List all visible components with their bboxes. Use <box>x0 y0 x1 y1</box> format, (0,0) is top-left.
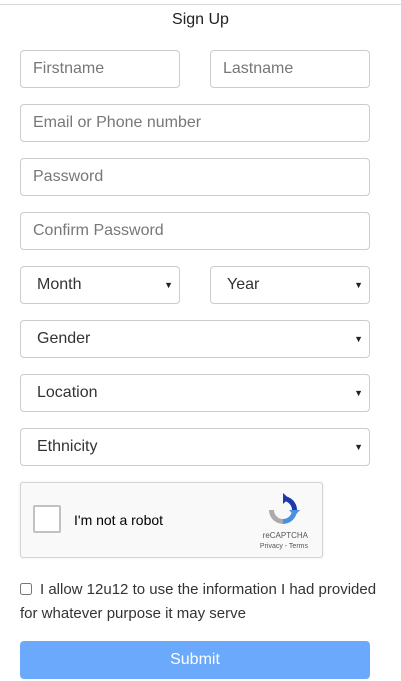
gender-select[interactable]: Gender ▼ <box>20 320 370 358</box>
month-select[interactable]: Month ▼ <box>20 266 180 304</box>
gender-select-value: Gender <box>37 330 91 347</box>
top-divider <box>0 0 401 5</box>
email-or-phone-input[interactable] <box>20 104 370 142</box>
location-select-value: Location <box>37 384 98 401</box>
chevron-down-icon: ▼ <box>354 334 363 344</box>
chevron-down-icon: ▼ <box>354 442 363 452</box>
year-select-value: Year <box>227 276 260 293</box>
chevron-down-icon: ▼ <box>164 280 173 290</box>
submit-button[interactable]: Submit <box>20 641 370 679</box>
firstname-input[interactable] <box>20 50 180 88</box>
ethnicity-select-value: Ethnicity <box>37 438 98 455</box>
page-title: Sign Up <box>172 11 229 28</box>
ethnicity-select[interactable]: Ethnicity ▼ <box>20 428 370 466</box>
recaptcha-widget: I'm not a robot reCAPTCHA Privacy - Term… <box>20 482 323 558</box>
recaptcha-label: I'm not a robot <box>74 512 164 528</box>
consent-row: I allow 12u12 to use the information I h… <box>20 578 380 626</box>
confirm-password-input[interactable] <box>20 212 370 250</box>
consent-checkbox[interactable] <box>20 583 32 595</box>
month-select-value: Month <box>37 276 82 293</box>
lastname-input[interactable] <box>210 50 370 88</box>
recaptcha-brand: reCAPTCHA <box>262 531 308 540</box>
chevron-down-icon: ▼ <box>354 388 363 398</box>
year-select[interactable]: Year ▼ <box>210 266 370 304</box>
recaptcha-privacy-terms-link[interactable]: Privacy - Terms <box>260 543 308 550</box>
location-select[interactable]: Location ▼ <box>20 374 370 412</box>
recaptcha-checkbox[interactable] <box>33 505 61 533</box>
recaptcha-logo-icon <box>269 493 300 524</box>
consent-text: I allow 12u12 to use the information I h… <box>20 581 377 622</box>
chevron-down-icon: ▼ <box>354 280 363 290</box>
password-input[interactable] <box>20 158 370 196</box>
